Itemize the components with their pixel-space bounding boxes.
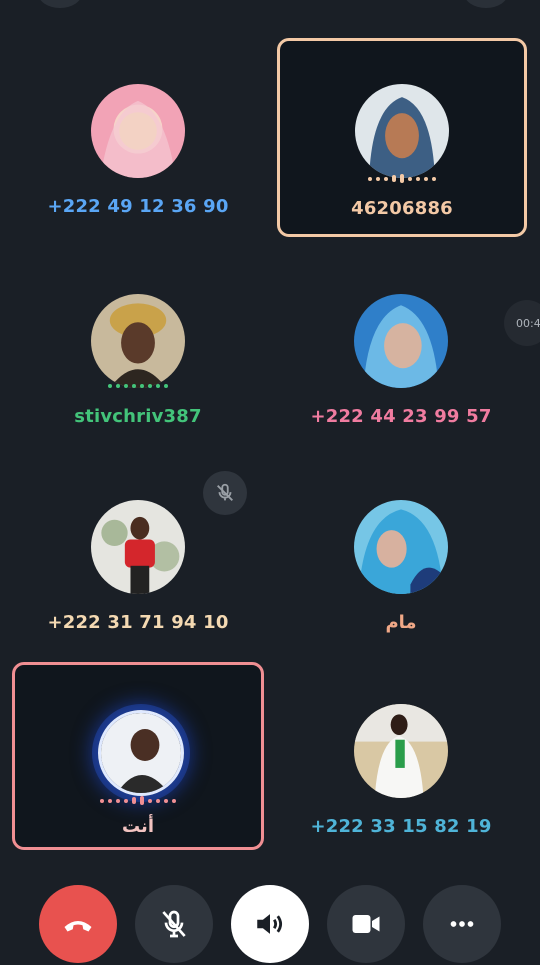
more-dots-icon bbox=[450, 921, 474, 927]
more-button[interactable] bbox=[423, 885, 501, 963]
participant-name: +222 44 23 99 57 bbox=[310, 406, 492, 427]
participant-name: +222 49 12 36 90 bbox=[47, 196, 229, 217]
avatar bbox=[354, 500, 448, 594]
self-tile-speaking[interactable]: أنت bbox=[12, 662, 264, 850]
avatar bbox=[91, 500, 185, 594]
participant-name: 46206886 bbox=[351, 198, 453, 219]
top-left-button-stub[interactable] bbox=[38, 0, 82, 8]
participant-name: أنت bbox=[122, 816, 154, 837]
top-right-button-stub[interactable] bbox=[464, 0, 508, 8]
avatar bbox=[355, 84, 449, 178]
avatar bbox=[91, 84, 185, 178]
participant-name: +222 33 15 82 19 bbox=[310, 816, 492, 837]
audio-level-indicator bbox=[108, 384, 168, 388]
avatar bbox=[354, 294, 448, 388]
phone-hangup-icon bbox=[64, 921, 92, 932]
video-button[interactable] bbox=[327, 885, 405, 963]
avatar bbox=[354, 704, 448, 798]
participant-name: مام bbox=[385, 612, 417, 633]
mic-off-icon bbox=[162, 910, 186, 938]
speaker-icon bbox=[257, 914, 283, 934]
end-call-button[interactable] bbox=[39, 885, 117, 963]
avatar bbox=[98, 710, 184, 796]
participant-name: +222 31 71 94 10 bbox=[47, 612, 229, 633]
participant-tile-speaking[interactable]: 46206886 bbox=[277, 38, 527, 237]
call-controls-bar bbox=[0, 885, 540, 965]
participant-tile[interactable]: +222 31 71 94 10 bbox=[14, 454, 262, 650]
participant-tile[interactable]: مام bbox=[277, 454, 525, 650]
audio-level-indicator bbox=[100, 796, 176, 805]
audio-level-indicator bbox=[368, 174, 436, 183]
speaker-button[interactable] bbox=[231, 885, 309, 963]
participant-tile[interactable]: stivchriv387 bbox=[14, 248, 262, 444]
participant-name: stivchriv387 bbox=[74, 406, 202, 427]
participant-tile[interactable]: +222 33 15 82 19 bbox=[277, 658, 525, 854]
avatar bbox=[91, 294, 185, 388]
video-camera-icon bbox=[352, 915, 380, 933]
mute-button[interactable] bbox=[135, 885, 213, 963]
participant-tile[interactable]: +222 44 23 99 57 bbox=[277, 248, 525, 444]
participant-tile[interactable]: +222 49 12 36 90 bbox=[14, 38, 262, 234]
